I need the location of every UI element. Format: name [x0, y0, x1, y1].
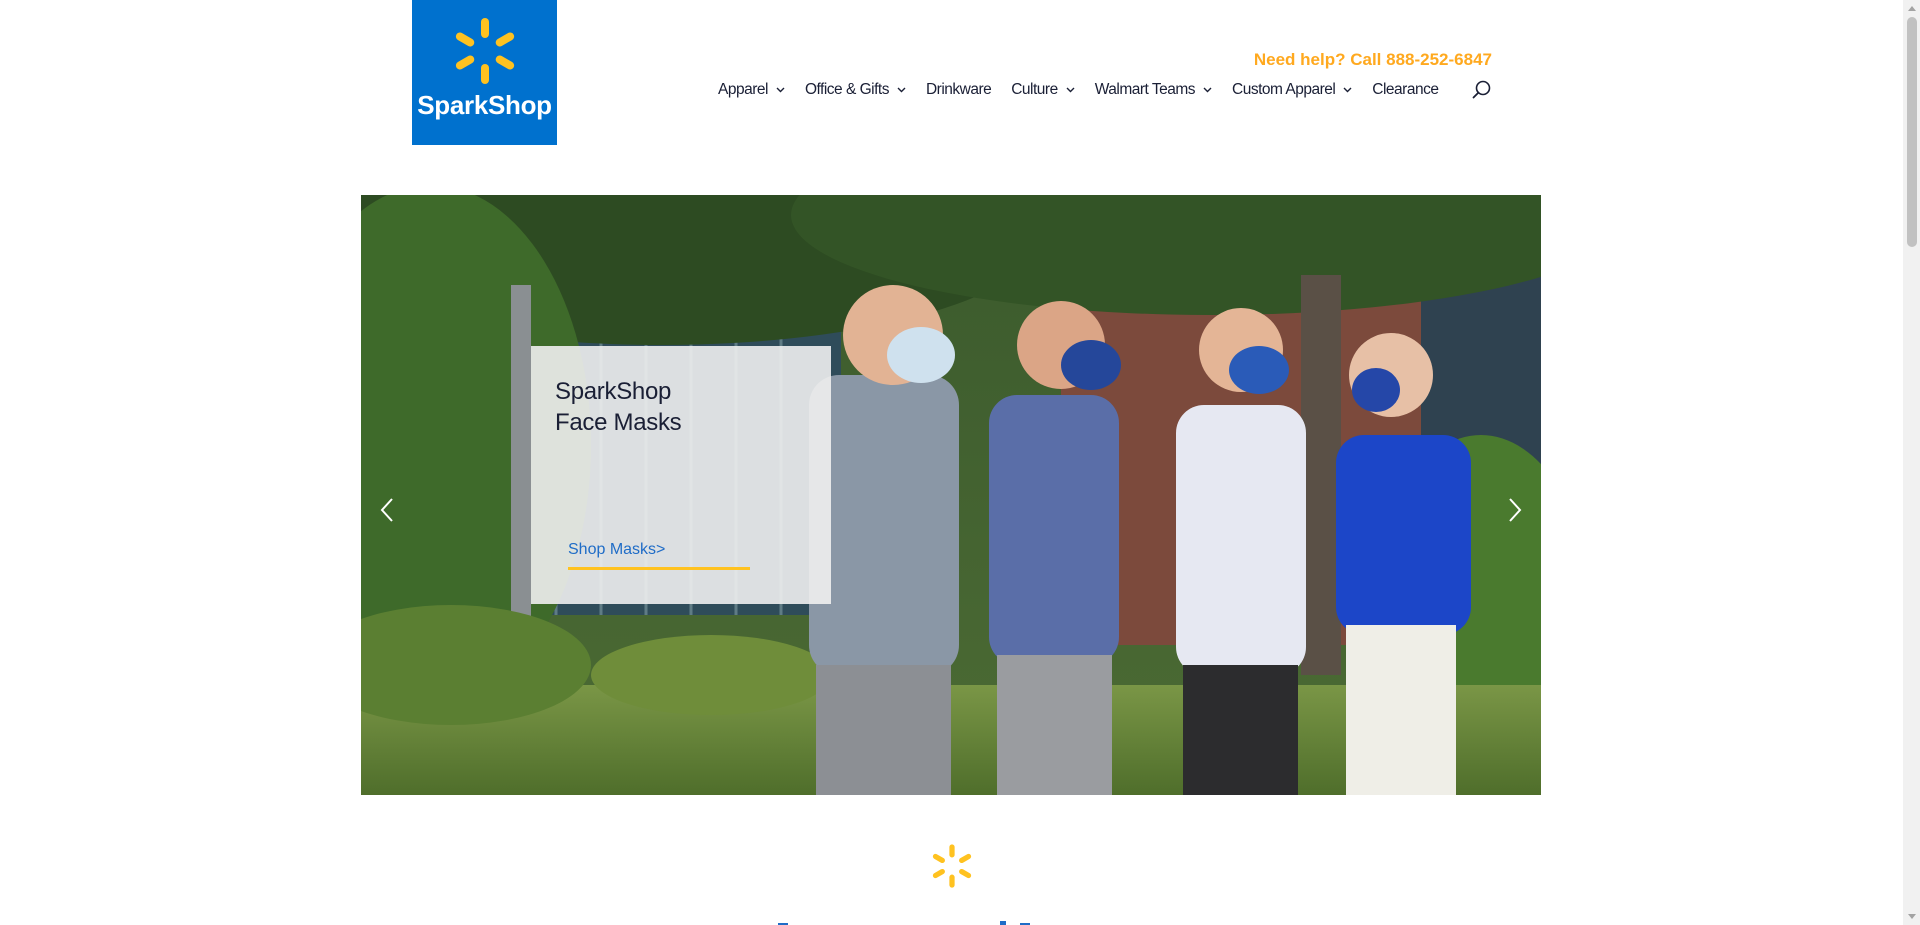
nav-item-label: Clearance — [1372, 81, 1439, 98]
nav-item-office-gifts[interactable]: Office & Gifts — [805, 81, 906, 99]
hero-promo-card: SparkShop Face Masks Shop Masks> — [531, 346, 831, 604]
help-phone-link[interactable]: Need help? Call 888-252-6847 — [1254, 50, 1492, 70]
cta-underline — [568, 567, 750, 570]
nav-item-label: Apparel — [718, 81, 768, 98]
spark-icon — [455, 18, 514, 84]
nav-item-drinkware[interactable]: Drinkware — [925, 81, 992, 99]
hero-title: SparkShop Face Masks — [555, 376, 682, 438]
nav-item-label: Drinkware — [925, 81, 992, 98]
nav-item-culture[interactable]: Culture — [1011, 81, 1075, 99]
nav-item-label: Office & Gifts — [804, 81, 890, 98]
hero-title-line-2: Face Masks — [555, 409, 682, 436]
hero-slider: SparkShop Face Masks Shop Masks> — [361, 195, 1541, 795]
scroll-up-icon[interactable] — [1903, 0, 1920, 17]
shop-masks-link[interactable]: Shop Masks> — [568, 541, 665, 559]
nav-item-label: Custom Apparel — [1232, 81, 1336, 98]
chevron-down-icon — [1203, 87, 1212, 93]
logo-text: SparkShop — [417, 90, 552, 120]
chevron-left-icon[interactable] — [377, 495, 399, 525]
section-heading-cutoff — [740, 915, 1100, 925]
chevron-down-icon — [776, 87, 785, 93]
scrollbar-thumb[interactable] — [1907, 17, 1917, 247]
main-nav: Apparel Office & Gifts Drinkware Culture… — [718, 79, 1458, 101]
chevron-down-icon — [1343, 87, 1352, 93]
hero-title-line-1: SparkShop — [555, 378, 672, 405]
nav-item-label: Walmart Teams — [1094, 81, 1196, 98]
chevron-right-icon[interactable] — [1503, 495, 1525, 525]
nav-item-label: Culture — [1011, 81, 1058, 98]
scroll-down-icon[interactable] — [1903, 908, 1920, 925]
search-icon[interactable] — [1471, 79, 1493, 101]
chevron-down-icon — [1066, 87, 1075, 93]
page-scrollbar[interactable] — [1903, 0, 1920, 925]
spark-icon — [932, 844, 972, 888]
chevron-down-icon — [897, 87, 906, 93]
nav-item-custom-apparel[interactable]: Custom Apparel — [1232, 81, 1352, 99]
sparkshop-logo[interactable]: SparkShop — [412, 0, 557, 145]
nav-item-walmart-teams[interactable]: Walmart Teams — [1095, 81, 1212, 99]
nav-item-apparel[interactable]: Apparel — [718, 81, 785, 99]
nav-item-clearance[interactable]: Clearance — [1372, 81, 1439, 99]
